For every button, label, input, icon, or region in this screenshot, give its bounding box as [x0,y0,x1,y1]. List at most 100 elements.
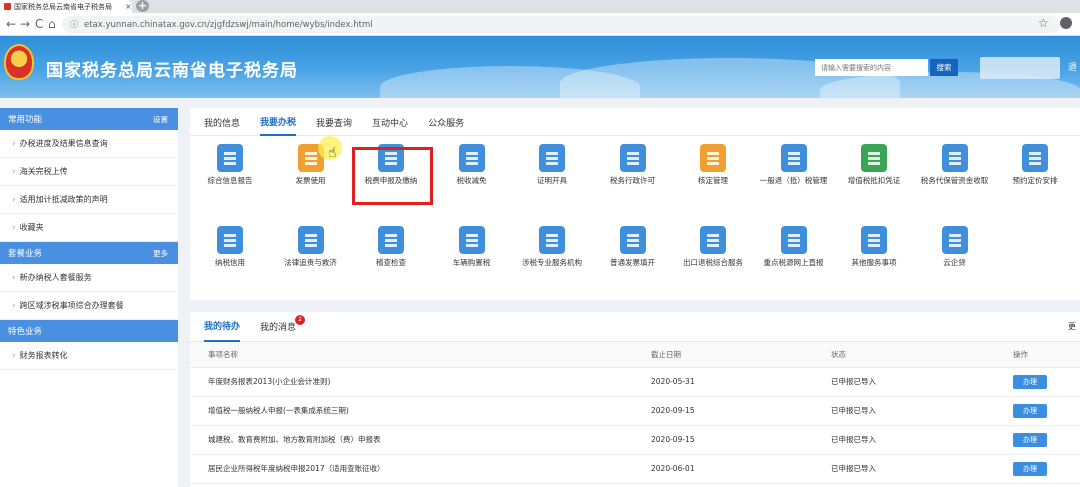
credit-icon [217,226,243,254]
sidebar-item-favorites[interactable]: 收藏夹 [0,214,178,242]
handle-button[interactable]: 办理 [1013,432,1047,447]
item-status: 已申报已导入 [831,396,1013,426]
tab-tax-handling[interactable]: 我要办税 [260,108,297,136]
custody-icon [941,144,968,172]
item-action-cell: 办理 [1013,396,1080,426]
hand-cursor-icon: ☝ [328,145,337,161]
handle-button[interactable]: 办理 [1013,461,1047,476]
service-tax-relief[interactable]: 税收减免 [432,144,512,186]
service-label: 云企贷 [943,258,966,267]
service-legal[interactable]: 法律追责与救济 [271,226,351,268]
ship-icon [700,226,726,254]
service-other[interactable]: 其他服务事项 [834,226,914,268]
handle-button[interactable]: 办理 [1013,374,1047,389]
handle-button[interactable]: 办理 [1013,403,1047,418]
item-status: 已申报已导入 [831,454,1013,484]
tab-my-messages-label: 我的消息 [260,323,297,333]
sidebar-item-deduction-statement[interactable]: 适用加计抵减政策的声明 [0,186,178,214]
item-action-cell: 办理 [1013,367,1080,397]
table-row: 城建税、教育费附加、地方教育附加税（费）申报表 2020-09-15 已申报已导入办… [190,425,1080,455]
refund-icon [780,144,807,172]
col-deadline: 截止日期 [651,342,831,368]
sidebar-section-title: 常用功能 [8,115,43,125]
key-source-icon [780,226,807,254]
bookmark-star-icon[interactable]: ☆ [1038,16,1049,30]
other-icon [861,226,887,254]
sidebar-item-report-conversion[interactable]: 财务报表转化 [0,342,178,370]
sidebar-settings-link[interactable]: 设置 [153,114,168,125]
binders-icon [619,144,646,172]
vehicle-icon [458,226,485,254]
service-label: 纳税信用 [215,258,245,267]
new-tab-button[interactable]: + [136,0,149,12]
certificate-icon [539,144,565,172]
service-label: 普通发票填开 [610,258,655,267]
url-field[interactable]: ⓘ etax.yunnan.chinatax.gov.cn/zjgfdzswj/… [62,16,1060,33]
close-tab-icon[interactable]: × [125,2,132,11]
sidebar-item-progress-query[interactable]: 办税进度及结果信息查询 [0,130,178,158]
forward-icon[interactable]: → [20,17,30,31]
item-status: 已申报已导入 [831,367,1013,397]
service-label: 税务代保管资金收取 [920,176,989,185]
service-invoice-issue[interactable]: 普通发票填开 [593,226,673,268]
item-name: 增值税一般纳税人申报(一表集成系统三期) [190,396,651,426]
sidebar-more-link[interactable]: 更多 [153,248,168,259]
tax-relief-icon [458,144,485,172]
service-report[interactable]: 综合信息报告 [190,144,270,186]
service-vehicle[interactable]: 车辆购置税 [432,226,512,268]
service-label: 综合信息报告 [207,176,253,185]
todo-more-link[interactable]: 更 [1068,321,1076,332]
info-icon[interactable]: ⓘ [70,19,78,30]
service-label: 发票使用 [295,176,326,185]
service-vat-deduct[interactable]: 增值税抵扣凭证 [834,144,914,186]
service-custody[interactable]: 税务代保管资金收取 [915,144,995,186]
service-ship[interactable]: 出口退税综合服务 [673,226,753,268]
service-label: 稽查检查 [376,258,406,267]
service-binders[interactable]: 税务行政许可 [593,144,673,186]
sidebar-item-customs-upload[interactable]: 海关完税上传 [0,158,178,186]
account-icon[interactable] [1060,17,1072,29]
search-input[interactable] [815,59,928,76]
service-key-source[interactable]: 重点税源网上直报 [754,226,834,268]
service-inspection[interactable]: 稽查检查 [351,226,431,268]
inspection-icon [378,226,404,254]
service-loan[interactable]: 云企贷 [915,226,995,268]
calendar-icon [1022,144,1048,172]
sidebar-section-common: 常用功能 设置 [0,108,178,130]
service-credit[interactable]: 纳税信用 [190,226,270,268]
item-action-cell: 办理 [1013,454,1080,484]
tab-my-messages[interactable]: 我的消息 2 [260,312,306,342]
search-button[interactable]: 搜索 [930,59,958,76]
service-refund[interactable]: 一般退（抵）税管理 [754,144,834,186]
reload-icon[interactable]: C [35,17,43,31]
col-item-name: 事项名称 [190,342,651,368]
logout-link[interactable]: 退 [1068,60,1077,73]
tab-my-info[interactable]: 我的信息 [204,108,240,136]
item-action-cell: 办理 [1013,425,1080,455]
sidebar-item-cross-region[interactable]: 跨区域涉税事项综合办理套餐 [0,292,178,320]
service-label: 涉税专业服务机构 [522,258,582,267]
tab-my-todo[interactable]: 我的待办 [204,312,241,342]
service-certificate[interactable]: 证明开具 [512,144,592,186]
home-icon[interactable]: ⌂ [48,17,56,31]
item-deadline: 2020-05-31 [651,367,831,397]
sidebar-section-packages: 套餐业务 更多 [0,242,178,264]
item-deadline: 2020-06-01 [651,454,831,484]
tab-public-service[interactable]: 公众服务 [428,108,464,136]
service-label: 预约定价安排 [1012,176,1058,185]
browser-tab-title: 国家税务总局云南省电子税务局 [14,2,112,11]
service-verify[interactable]: 核定管理 [673,144,753,186]
service-agency[interactable]: 涉税专业服务机构 [512,226,592,268]
url-text: etax.yunnan.chinatax.gov.cn/zjgfdzswj/ma… [84,19,373,30]
invoice-issue-icon [619,226,646,254]
item-name: 居民企业所得税年度纳税申报2017（适用查账征收） [190,454,651,484]
message-count-badge: 2 [295,314,306,325]
tab-query[interactable]: 我要查询 [316,108,352,136]
service-calendar[interactable]: 预约定价安排 [995,144,1075,186]
tab-interaction[interactable]: 互动中心 [372,108,408,136]
sidebar: 常用功能 设置 办税进度及结果信息查询 海关完税上传 适用加计抵减政策的声明 收… [0,108,178,487]
browser-tab[interactable]: 国家税务总局云南省电子税务局 × [0,0,132,13]
back-icon[interactable]: ← [6,17,16,31]
table-row: 居民企业所得税年度纳税申报2017（适用查账征收） 2020-06-01 已申报已导… [190,454,1080,484]
sidebar-item-new-taxpayer[interactable]: 新办纳税人套餐服务 [0,264,178,292]
